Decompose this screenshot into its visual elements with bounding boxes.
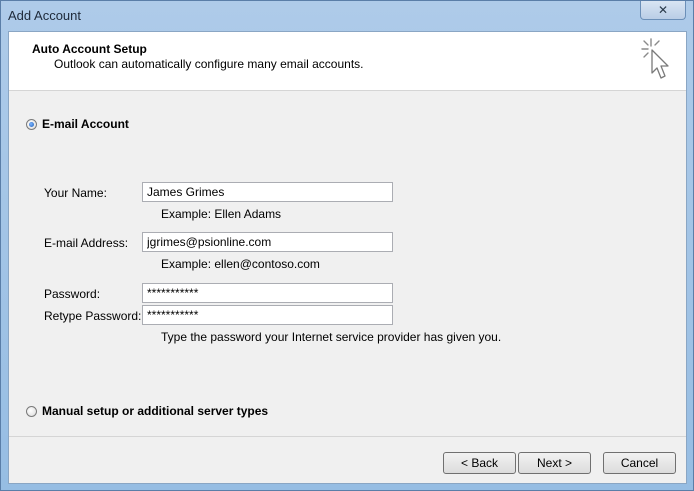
retype-password-label: Retype Password: <box>44 309 142 323</box>
email-account-label: E-mail Account <box>42 117 129 131</box>
email-address-example: Example: ellen@contoso.com <box>161 257 320 271</box>
wizard-header: Auto Account Setup Outlook can automatic… <box>9 32 686 91</box>
next-button[interactable]: Next > <box>518 452 591 474</box>
manual-setup-label: Manual setup or additional server types <box>42 404 269 418</box>
cancel-button[interactable]: Cancel <box>603 452 676 474</box>
title-bar: Add Account ✕ <box>1 1 693 31</box>
dialog-body: Auto Account Setup Outlook can automatic… <box>8 31 687 484</box>
your-name-label: Your Name: <box>44 186 107 200</box>
password-label: Password: <box>44 287 101 301</box>
password-field[interactable] <box>142 283 393 303</box>
close-button[interactable]: ✕ <box>640 1 686 20</box>
manual-setup-option[interactable]: Manual setup or additional server types <box>26 404 268 418</box>
email-account-radio[interactable] <box>26 118 37 130</box>
back-button[interactable]: < Back <box>443 452 516 474</box>
password-hint: Type the password your Internet service … <box>161 330 502 344</box>
add-account-window: Add Account ✕ Auto Account Setup Outlook… <box>0 0 694 491</box>
email-address-label: E-mail Address: <box>44 236 129 250</box>
retype-password-field[interactable] <box>142 305 393 325</box>
window-title: Add Account <box>8 8 81 23</box>
footer-divider <box>9 436 686 437</box>
manual-setup-radio[interactable] <box>26 405 37 417</box>
header-title: Auto Account Setup <box>32 42 147 56</box>
your-name-example: Example: Ellen Adams <box>161 207 282 221</box>
your-name-field[interactable] <box>142 182 393 202</box>
email-address-field[interactable] <box>142 232 393 252</box>
header-subtitle: Outlook can automatically configure many… <box>54 57 364 71</box>
wizard-cursor-icon <box>641 38 669 79</box>
close-icon: ✕ <box>657 3 669 17</box>
email-account-option[interactable]: E-mail Account <box>26 117 129 131</box>
